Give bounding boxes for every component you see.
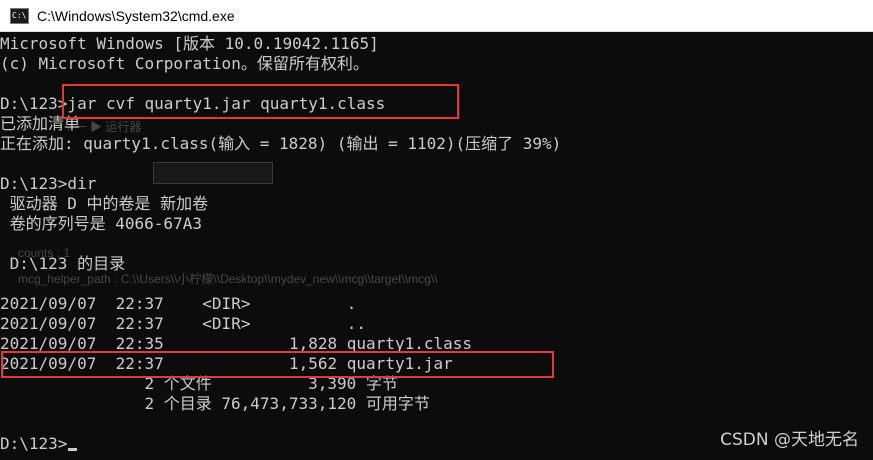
console-line: 驱动器 D 中的卷是 新加卷 bbox=[0, 194, 209, 213]
console-line: 2 个目录 76,473,733,120 可用字节 bbox=[0, 394, 430, 413]
highlight-jar-command bbox=[62, 84, 459, 119]
console-line: 卷的序列号是 4066-67A3 bbox=[0, 214, 202, 233]
csdn-watermark: CSDN @天地无名 bbox=[720, 430, 859, 450]
title-bar: C:\ C:\Windows\System32\cmd.exe bbox=[0, 0, 873, 32]
cmd-app-icon[interactable]: C:\ bbox=[10, 7, 29, 24]
console-line: Microsoft Windows [版本 10.0.19042.1165] bbox=[0, 34, 379, 53]
console-line: 正在添加: quarty1.class(输入 = 1828) (输出 = 110… bbox=[0, 134, 562, 153]
highlight-jar-file-row bbox=[1, 351, 554, 378]
console-line: (c) Microsoft Corporation。保留所有权利。 bbox=[0, 54, 369, 73]
console-line: D:\123 的目录 bbox=[0, 254, 126, 273]
window-title: C:\Windows\System32\cmd.exe bbox=[37, 7, 235, 24]
prompt-text: D:\123> bbox=[0, 434, 68, 453]
console-line: 2021/09/07 22:37 <DIR> . bbox=[0, 294, 357, 313]
console-area[interactable]: / 一 ▶ 运行器 counts : 1 mcg_helper_path : C… bbox=[0, 32, 873, 460]
console-line: D:\123>dir bbox=[0, 174, 97, 193]
console-line: 2021/09/07 22:37 <DIR> .. bbox=[0, 314, 367, 333]
text-cursor bbox=[68, 448, 78, 451]
cmd-icon-glyph: C:\ bbox=[12, 10, 27, 20]
